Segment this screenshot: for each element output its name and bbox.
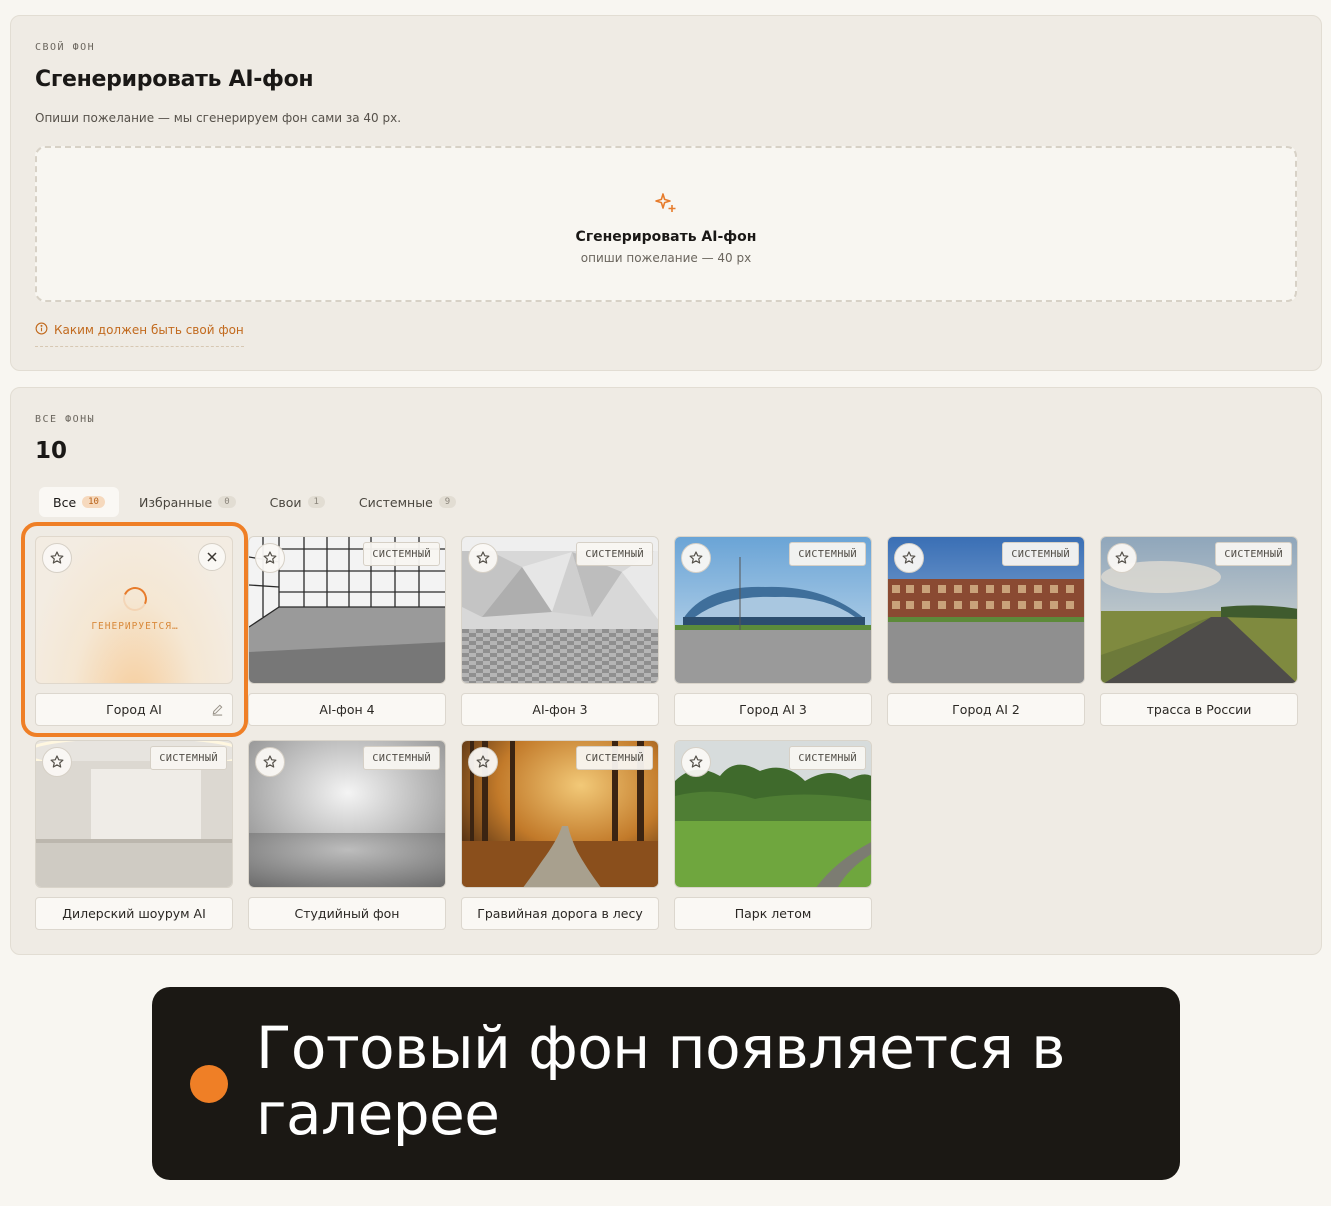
background-card[interactable]: СИСТЕМНЫЙ Парк летом (674, 740, 872, 930)
tab-count-badge: 0 (218, 496, 236, 508)
system-badge: СИСТЕМНЫЙ (789, 542, 866, 566)
tab-count-badge: 9 (438, 496, 457, 508)
ai-background-generator-panel: СВОЙ ФОН Сгенерировать AI-фон Опиши поже… (10, 15, 1322, 371)
system-badge: СИСТЕМНЫЙ (363, 542, 440, 566)
star-icon (476, 551, 490, 564)
tab-favorites[interactable]: Избранные 0 (125, 487, 250, 517)
favorite-star-button[interactable] (681, 747, 711, 777)
background-name-text: Город AI (106, 702, 162, 717)
tab-own[interactable]: Свои 1 (256, 487, 339, 517)
backgrounds-count: 10 (35, 438, 68, 464)
system-badge: СИСТЕМНЫЙ (150, 746, 227, 770)
background-name: Город AI (35, 693, 233, 726)
system-badge: СИСТЕМНЫЙ (789, 746, 866, 770)
favorite-star-button[interactable] (255, 747, 285, 777)
background-card-generating[interactable]: ГЕНЕРИРУЕТСЯ… Город AI (35, 536, 233, 726)
background-name: Город AI 3 (674, 693, 872, 726)
edit-name-icon[interactable] (211, 703, 224, 719)
star-icon (1115, 551, 1129, 564)
background-card[interactable]: СИСТЕМНЫЙ Город AI 2 (887, 536, 1085, 726)
loading-spinner-icon (119, 583, 151, 615)
gallery-eyebrow: ВСЕ ФОНЫ (35, 414, 96, 425)
background-card[interactable]: СИСТЕМНЫЙ Дилерский шоурум AI (35, 740, 233, 930)
background-card[interactable]: СИСТЕМНЫЙ Гравийная дорога в лесу (461, 740, 659, 930)
background-guidelines-link[interactable]: Каким должен быть свой фон (35, 322, 244, 347)
generator-eyebrow: СВОЙ ФОН (35, 42, 96, 53)
star-icon (263, 755, 277, 768)
system-badge: СИСТЕМНЫЙ (576, 746, 653, 770)
background-name: Дилерский шоурум AI (35, 897, 233, 930)
tab-count-badge: 1 (307, 496, 325, 508)
system-badge: СИСТЕМНЫЙ (1002, 542, 1079, 566)
favorite-star-button[interactable] (42, 747, 72, 777)
system-badge: СИСТЕМНЫЙ (576, 542, 653, 566)
filter-tabs: Все 10 Избранные 0 Свои 1 Системные 9 (39, 487, 470, 517)
star-icon (50, 551, 64, 564)
dropzone-title: Сгенерировать AI-фон (575, 229, 757, 245)
favorite-star-button[interactable] (1107, 543, 1137, 573)
generating-status: ГЕНЕРИРУЕТСЯ… (91, 621, 179, 632)
help-link-label: Каким должен быть свой фон (54, 323, 244, 337)
favorite-star-button[interactable] (468, 543, 498, 573)
star-icon (263, 551, 277, 564)
system-badge: СИСТЕМНЫЙ (1215, 542, 1292, 566)
background-card[interactable]: СИСТЕМНЫЙ трасса в России (1100, 536, 1298, 726)
caption-banner: Готовый фон появляется в галерее (152, 987, 1180, 1180)
tab-label: Системные (358, 494, 433, 510)
background-card[interactable]: СИСТЕМНЫЙ Город AI 3 (674, 536, 872, 726)
background-name: Город AI 2 (887, 693, 1085, 726)
star-icon (689, 755, 703, 768)
background-card[interactable]: СИСТЕМНЫЙ Студийный фон (248, 740, 446, 930)
tab-system[interactable]: Системные 9 (345, 487, 470, 517)
tab-label: Избранные (138, 494, 213, 510)
star-icon (902, 551, 916, 564)
cancel-generation-button[interactable] (198, 543, 226, 571)
star-icon (689, 551, 703, 564)
star-icon (476, 755, 490, 768)
tab-count-badge: 10 (82, 496, 105, 508)
favorite-star-button[interactable] (42, 543, 72, 573)
background-card[interactable]: СИСТЕМНЫЙ AI-фон 4 (248, 536, 446, 726)
generator-description: Опиши пожелание — мы сгенерируем фон сам… (35, 111, 402, 125)
dropzone-subtitle: опиши пожелание — 40 px (580, 251, 752, 265)
bullet-dot (190, 1065, 228, 1103)
favorite-star-button[interactable] (468, 747, 498, 777)
tab-label: Все (53, 494, 77, 510)
star-icon (50, 755, 64, 768)
background-name: Парк летом (674, 897, 872, 930)
tab-label: Свои (269, 494, 302, 510)
system-badge: СИСТЕМНЫЙ (363, 746, 440, 770)
all-backgrounds-panel: ВСЕ ФОНЫ 10 Все 10 Избранные 0 Свои 1 Си… (10, 387, 1322, 955)
favorite-star-button[interactable] (255, 543, 285, 573)
background-name: трасса в России (1100, 693, 1298, 726)
generator-title: Сгенерировать AI-фон (35, 67, 314, 92)
close-icon (207, 552, 217, 562)
favorite-star-button[interactable] (681, 543, 711, 573)
generate-ai-background-button[interactable]: Сгенерировать AI-фон опиши пожелание — 4… (35, 146, 1297, 302)
tab-all[interactable]: Все 10 (39, 487, 119, 517)
caption-text: Готовый фон появляется в галерее (256, 1014, 1065, 1148)
favorite-star-button[interactable] (894, 543, 924, 573)
background-name: AI-фон 3 (461, 693, 659, 726)
background-name: AI-фон 4 (248, 693, 446, 726)
sparkle-icon (654, 191, 678, 219)
background-name: Гравийная дорога в лесу (461, 897, 659, 930)
background-card[interactable]: СИСТЕМНЫЙ AI-фон 3 (461, 536, 659, 726)
background-name: Студийный фон (248, 897, 446, 930)
info-icon (35, 322, 48, 338)
